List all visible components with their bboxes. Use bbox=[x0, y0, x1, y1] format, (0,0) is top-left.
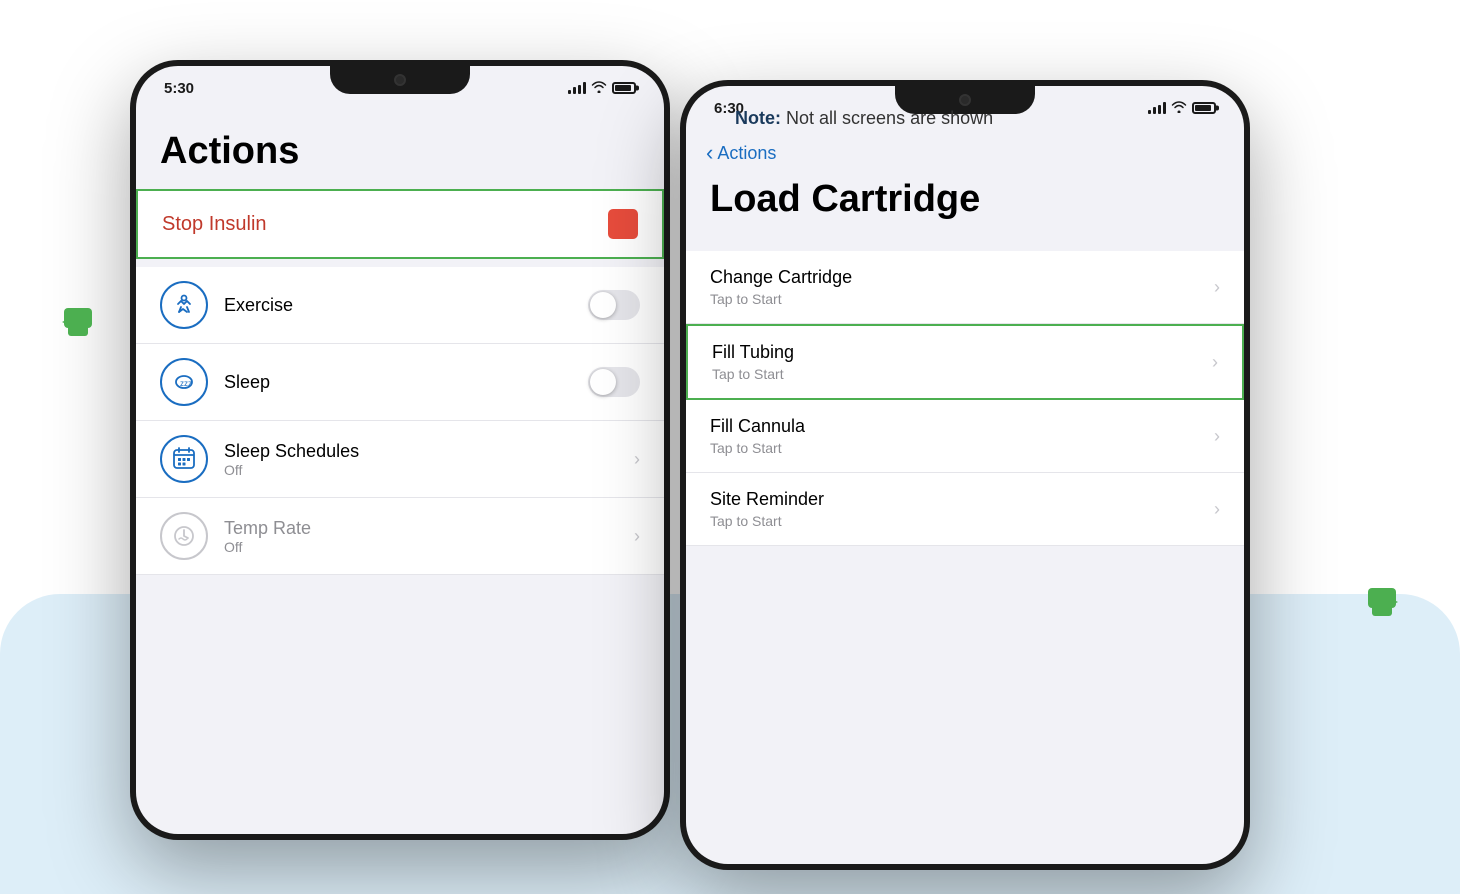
change-cartridge-title: Change Cartridge bbox=[710, 267, 852, 288]
signal-bar-3 bbox=[578, 85, 581, 94]
sleep-schedules-info: Sleep Schedules Off bbox=[224, 441, 626, 478]
change-cartridge-sub: Tap to Start bbox=[710, 291, 852, 307]
section-gap-top bbox=[686, 241, 1244, 251]
back-label: Actions bbox=[717, 143, 776, 164]
phone-right: 6:30 bbox=[680, 80, 1250, 870]
wifi-left bbox=[591, 80, 607, 96]
signal-left bbox=[568, 82, 586, 94]
fill-cannula-title: Fill Cannula bbox=[710, 416, 805, 437]
stop-insulin-row[interactable]: Stop Insulin bbox=[136, 189, 664, 259]
action-list: Exercise zzz Sleep bbox=[136, 267, 664, 575]
actions-title: Actions bbox=[136, 110, 664, 189]
back-nav[interactable]: ‹ Actions bbox=[686, 130, 1244, 170]
note-text: Note: Not all screens are shown bbox=[735, 108, 993, 129]
note-content: Not all screens are shown bbox=[786, 108, 993, 128]
fill-tubing-row[interactable]: Fill Tubing Tap to Start › bbox=[686, 324, 1244, 400]
sleep-schedules-chevron: › bbox=[634, 449, 640, 470]
signal-bar-r2 bbox=[1153, 107, 1156, 114]
fill-cannula-info: Fill Cannula Tap to Start bbox=[710, 416, 805, 456]
temp-rate-sub: Off bbox=[224, 539, 626, 555]
change-cartridge-info: Change Cartridge Tap to Start bbox=[710, 267, 852, 307]
sleep-icon-circle: zzz bbox=[160, 358, 208, 406]
sleep-row[interactable]: zzz Sleep bbox=[136, 344, 664, 421]
right-phone-content: ‹ Actions Load Cartridge Change Cartridg… bbox=[686, 130, 1244, 864]
change-cartridge-chevron: › bbox=[1214, 277, 1220, 298]
sleep-toggle-knob bbox=[590, 369, 616, 395]
battery-fill-left bbox=[615, 85, 631, 91]
stop-insulin-indicator bbox=[608, 209, 638, 239]
exercise-row[interactable]: Exercise bbox=[136, 267, 664, 344]
fill-cannula-sub: Tap to Start bbox=[710, 440, 805, 456]
stop-insulin-label: Stop Insulin bbox=[162, 213, 267, 236]
exercise-toggle[interactable] bbox=[588, 290, 640, 320]
signal-bar-r3 bbox=[1158, 105, 1161, 114]
notch-left bbox=[330, 66, 470, 94]
status-time-left: 5:30 bbox=[164, 80, 194, 97]
sleep-toggle[interactable] bbox=[588, 367, 640, 397]
battery-right bbox=[1192, 102, 1216, 114]
signal-bar-r4 bbox=[1163, 102, 1166, 114]
fill-tubing-chevron: › bbox=[1212, 352, 1218, 373]
sleep-schedules-icon-circle bbox=[160, 435, 208, 483]
exercise-icon-circle bbox=[160, 281, 208, 329]
back-chevron-icon: ‹ bbox=[706, 140, 713, 166]
sleep-schedules-sub: Off bbox=[224, 462, 626, 478]
signal-bar-4 bbox=[583, 82, 586, 94]
load-cartridge-title: Load Cartridge bbox=[686, 170, 1244, 241]
temp-rate-row[interactable]: Temp Rate Off › bbox=[136, 498, 664, 575]
signal-bar-2 bbox=[573, 87, 576, 94]
site-reminder-title: Site Reminder bbox=[710, 489, 824, 510]
exercise-label: Exercise bbox=[224, 295, 588, 316]
status-icons-left bbox=[568, 80, 636, 96]
temp-rate-info: Temp Rate Off bbox=[224, 518, 626, 555]
signal-bar-r1 bbox=[1148, 110, 1151, 114]
fill-tubing-sub: Tap to Start bbox=[712, 366, 794, 382]
temp-rate-chevron: › bbox=[634, 526, 640, 547]
fill-tubing-title: Fill Tubing bbox=[712, 342, 794, 363]
battery-left bbox=[612, 82, 636, 94]
status-icons-right bbox=[1148, 100, 1216, 116]
site-reminder-info: Site Reminder Tap to Start bbox=[710, 489, 824, 529]
camera-right bbox=[959, 94, 971, 106]
wifi-right bbox=[1171, 100, 1187, 116]
fill-cannula-chevron: › bbox=[1214, 426, 1220, 447]
phone-right-screen: 6:30 bbox=[686, 86, 1244, 864]
left-phone-content: Actions Stop Insulin bbox=[136, 110, 664, 834]
temp-rate-icon-circle bbox=[160, 512, 208, 560]
camera-left bbox=[394, 74, 406, 86]
temp-rate-label: Temp Rate bbox=[224, 518, 626, 539]
fill-tubing-info: Fill Tubing Tap to Start bbox=[712, 342, 794, 382]
phone-left-screen: 5:30 bbox=[136, 66, 664, 834]
fill-cannula-row[interactable]: Fill Cannula Tap to Start › bbox=[686, 400, 1244, 473]
signal-bar-1 bbox=[568, 90, 571, 94]
exercise-toggle-knob bbox=[590, 292, 616, 318]
left-tap-icon bbox=[60, 300, 104, 353]
signal-right bbox=[1148, 102, 1166, 114]
battery-fill-right bbox=[1195, 105, 1211, 111]
cartridge-list: Change Cartridge Tap to Start › Fill Tub… bbox=[686, 251, 1244, 546]
site-reminder-row[interactable]: Site Reminder Tap to Start › bbox=[686, 473, 1244, 546]
phone-left: 5:30 bbox=[130, 60, 670, 840]
sleep-schedules-label: Sleep Schedules bbox=[224, 441, 626, 462]
right-tap-icon bbox=[1356, 580, 1400, 633]
note-prefix: Note: bbox=[735, 108, 781, 128]
site-reminder-sub: Tap to Start bbox=[710, 513, 824, 529]
change-cartridge-row[interactable]: Change Cartridge Tap to Start › bbox=[686, 251, 1244, 324]
svg-text:zzz: zzz bbox=[180, 379, 192, 388]
site-reminder-chevron: › bbox=[1214, 499, 1220, 520]
sleep-label: Sleep bbox=[224, 372, 588, 393]
sleep-schedules-row[interactable]: Sleep Schedules Off › bbox=[136, 421, 664, 498]
